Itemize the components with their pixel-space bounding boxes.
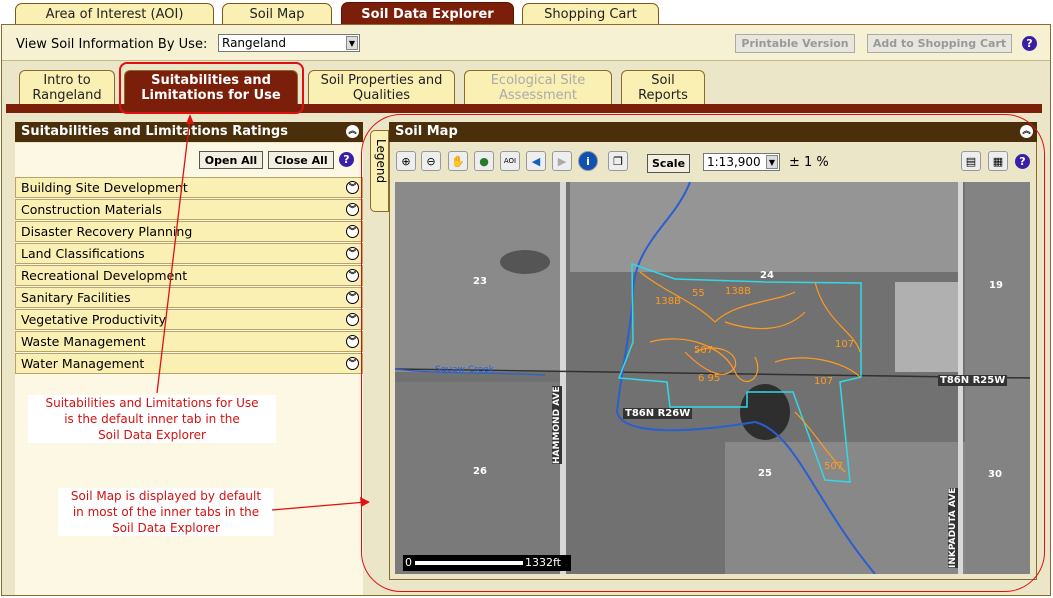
annotation-arrows xyxy=(156,114,370,511)
